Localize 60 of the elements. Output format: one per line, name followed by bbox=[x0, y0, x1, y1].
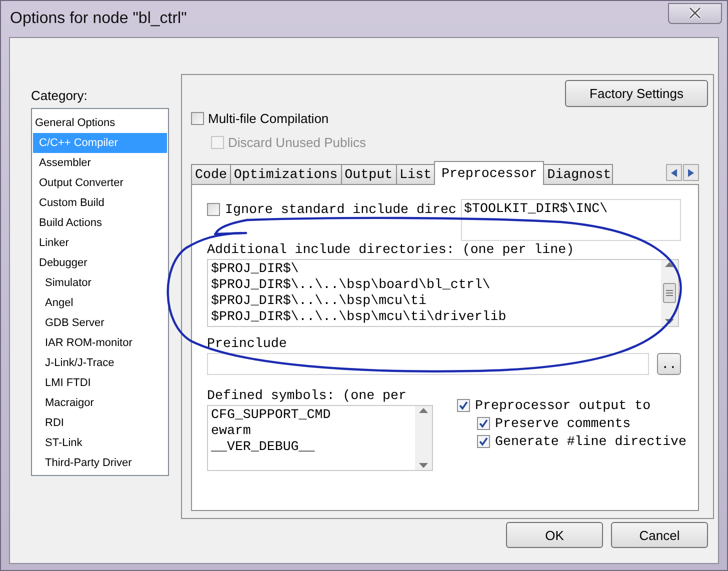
close-icon bbox=[688, 7, 702, 19]
category-item[interactable]: Build Actions bbox=[33, 213, 167, 233]
scroll-down-icon bbox=[665, 319, 674, 324]
tab[interactable]: Output bbox=[340, 164, 397, 184]
scrollbar[interactable] bbox=[661, 260, 678, 326]
include-path-field[interactable]: $TOOLKIT_DIR$\INC\ bbox=[461, 199, 681, 241]
category-item[interactable]: Output Converter bbox=[33, 173, 167, 193]
checkbox[interactable] bbox=[477, 434, 490, 448]
tab[interactable]: Code bbox=[191, 164, 231, 184]
scrollbar[interactable] bbox=[415, 406, 432, 470]
include-directories-field[interactable]: $PROJ_DIR$\ $PROJ_DIR$\..\..\bsp\board\bl_ctrl\ $PROJ_DIR$\..\..\bsp\mcu\ti $PROJ_DIR$\..\..\bsp\mcu\ti\driverlib bbox=[207, 259, 679, 327]
category-item[interactable]: IAR ROM-monitor bbox=[33, 333, 167, 353]
factory-settings-button[interactable]: Factory Settings bbox=[565, 80, 708, 107]
scrollbar-thumb[interactable] bbox=[663, 283, 676, 303]
category-item[interactable]: RDI bbox=[33, 413, 167, 433]
category-item[interactable]: ST-Link bbox=[33, 433, 167, 453]
close-button[interactable] bbox=[668, 2, 722, 24]
checkbox[interactable] bbox=[477, 416, 490, 430]
checkbox[interactable] bbox=[207, 203, 220, 216]
defined-symbols-field[interactable]: CFG_SUPPORT_CMD ewarm __VER_DEBUG__ bbox=[207, 405, 433, 471]
scroll-up-icon bbox=[665, 262, 674, 267]
tab[interactable]: Optimizations bbox=[230, 164, 342, 184]
preinclude-field[interactable] bbox=[207, 353, 649, 375]
checkbox[interactable] bbox=[191, 112, 204, 124]
field-label: Additional include directories: (one per line) bbox=[207, 242, 576, 258]
category-item[interactable]: Angel bbox=[33, 293, 167, 313]
category-item[interactable]: Simulator bbox=[33, 273, 167, 293]
scroll-down-icon bbox=[419, 463, 428, 468]
checkbox[interactable] bbox=[457, 398, 470, 412]
category-item[interactable]: GDB Server bbox=[33, 313, 167, 333]
category-item[interactable]: Linker bbox=[33, 233, 167, 253]
window-title: Options for node "bl_ctrl" bbox=[9, 10, 187, 28]
tab[interactable]: Diagnost bbox=[543, 164, 614, 184]
tab[interactable]: Preprocessor bbox=[434, 161, 544, 185]
checkbox-label: Generate #line directive bbox=[495, 434, 687, 448]
dialog-button[interactable]: OK bbox=[506, 522, 603, 548]
checkbox-label: Multi-file Compilation bbox=[208, 110, 329, 126]
right-arrow-icon bbox=[688, 168, 694, 176]
field-label: Preinclude bbox=[207, 336, 288, 352]
scroll-up-icon bbox=[419, 408, 428, 413]
field-label: Defined symbols: (one per bbox=[207, 388, 408, 404]
category-item[interactable]: J-Link/J-Trace bbox=[33, 353, 167, 373]
scroll-left-button[interactable] bbox=[666, 164, 682, 181]
checkbox-label: Preprocessor output to bbox=[475, 398, 651, 412]
category-item[interactable]: Macraigor bbox=[33, 393, 167, 413]
checkbox-label: Ignore standard include direc bbox=[225, 202, 456, 217]
category-item[interactable]: General Options bbox=[33, 113, 167, 133]
category-item[interactable]: LMI FTDI bbox=[33, 373, 167, 393]
category-item[interactable]: Third-Party Driver bbox=[33, 453, 167, 473]
category-item[interactable]: Custom Build bbox=[33, 193, 167, 213]
category-item[interactable]: Debugger bbox=[33, 253, 167, 273]
category-item[interactable]: Assembler bbox=[33, 153, 167, 173]
browse-button[interactable]: .. bbox=[657, 353, 681, 375]
scroll-right-button[interactable] bbox=[683, 164, 699, 181]
tab[interactable]: List bbox=[396, 164, 436, 184]
left-arrow-icon bbox=[671, 168, 677, 176]
checkbox-label: Discard Unused Publics bbox=[228, 134, 366, 150]
checkbox-label: Preserve comments bbox=[495, 416, 631, 430]
category-label: Category: bbox=[31, 88, 88, 103]
dialog-button[interactable]: Cancel bbox=[611, 522, 708, 548]
